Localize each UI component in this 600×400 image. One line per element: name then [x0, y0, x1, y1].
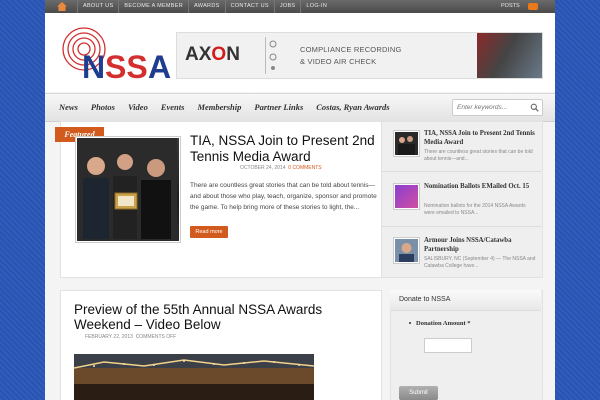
ad-divider [265, 37, 266, 74]
featured-title[interactable]: TIA, NSSA Join to Present 2nd Tennis Med… [190, 133, 380, 164]
featured-comments[interactable]: 0 COMMENTS [288, 165, 321, 171]
search-input[interactable] [457, 102, 527, 112]
featured-photo[interactable] [75, 136, 181, 243]
top-nav-contact[interactable]: CONTACT US [224, 0, 274, 13]
ad-logo: AXON [185, 44, 240, 65]
post-preview-title[interactable]: Preview of the 55th Annual NSSA Awards W… [74, 302, 374, 332]
post-preview-date: FEBRUARY 22, 2013 [85, 334, 133, 340]
search-box [452, 99, 543, 116]
logo-letter-a: A [148, 49, 171, 80]
logo-letters-ss: SS [105, 49, 148, 80]
post-preview-meta: FEBRUARY 22, 2013 COMMENTS OFF [85, 334, 176, 340]
site-logo[interactable]: N SS A [60, 25, 174, 85]
recent-post-thumb [393, 183, 420, 210]
ad-line-1: COMPLIANCE RECORDING [300, 45, 402, 54]
ad-photo [477, 33, 542, 78]
featured-meta: OCTOBER 24, 2014 0 COMMENTS [240, 165, 322, 171]
read-more-button[interactable]: Read more [190, 226, 228, 238]
top-nav-login[interactable]: LOG-IN [300, 0, 332, 13]
top-bar: ABOUT US BECOME A MEMBER AWARDS CONTACT … [45, 0, 555, 13]
main-nav: News Photos Video Events Membership Part… [45, 93, 555, 122]
nav-partner-links[interactable]: Partner Links [254, 94, 303, 121]
nav-membership[interactable]: Membership [197, 94, 241, 121]
divider [381, 171, 541, 172]
nav-photos[interactable]: Photos [91, 94, 115, 121]
logo-letter-n: N [82, 49, 105, 80]
featured-excerpt: There are countless great stories that c… [190, 182, 377, 211]
recent-post-title[interactable]: TIA, NSSA Join to Present 2nd Tennis Med… [424, 129, 536, 147]
ad-line-2: & VIDEO AIR CHECK [300, 57, 377, 66]
recent-post-title[interactable]: Armour Joins NSSA/Catawba Partnership [424, 236, 536, 254]
posts-feed-link[interactable]: POSTS [501, 0, 520, 13]
recent-post-excerpt: SALISBURY, NC (September 4) — The NSSA a… [424, 256, 536, 269]
donate-title: Donate to NSSA [399, 296, 451, 303]
bullet [409, 322, 411, 324]
recent-post-excerpt: Nomination ballots for the 2014 NSSA Awa… [424, 203, 526, 216]
nav-video[interactable]: Video [128, 94, 148, 121]
page-container: ABOUT US BECOME A MEMBER AWARDS CONTACT … [45, 0, 555, 400]
top-nav-member[interactable]: BECOME A MEMBER [118, 0, 188, 13]
rss-icon[interactable] [528, 3, 538, 10]
donation-amount-label: Donation Amount * [416, 320, 471, 327]
recent-post-thumb [393, 130, 420, 157]
recent-post-title[interactable]: Nomination Ballots EMailed Oct. 15 [424, 182, 536, 191]
nav-news[interactable]: News [59, 94, 78, 121]
top-nav-jobs[interactable]: JOBS [273, 0, 301, 13]
top-nav-about[interactable]: ABOUT US [77, 0, 118, 13]
top-nav: ABOUT US BECOME A MEMBER AWARDS CONTACT … [77, 0, 332, 13]
top-nav-awards[interactable]: AWARDS [188, 0, 225, 13]
nav-costas-ryan-awards[interactable]: Costas, Ryan Awards [316, 94, 389, 121]
home-icon[interactable] [57, 2, 67, 11]
site-header: N SS A AXON COMPLIANCE RECORDING & VIDEO… [45, 13, 555, 92]
donation-amount-input[interactable] [424, 338, 472, 353]
donate-submit-button[interactable]: Submit [399, 386, 438, 400]
recent-post-thumb [393, 237, 420, 264]
nav-events[interactable]: Events [161, 94, 185, 121]
microphone-icon [269, 40, 277, 70]
recent-post-excerpt: There are countless great stories that c… [424, 149, 533, 162]
post-preview-comments: COMMENTS OFF [135, 334, 177, 340]
post-preview-photo[interactable] [74, 354, 314, 400]
featured-date: OCTOBER 24, 2014 [240, 165, 286, 171]
search-icon[interactable] [530, 103, 539, 112]
axon-banner-ad[interactable]: AXON COMPLIANCE RECORDING & VIDEO AIR CH… [176, 32, 543, 79]
divider [381, 226, 541, 227]
